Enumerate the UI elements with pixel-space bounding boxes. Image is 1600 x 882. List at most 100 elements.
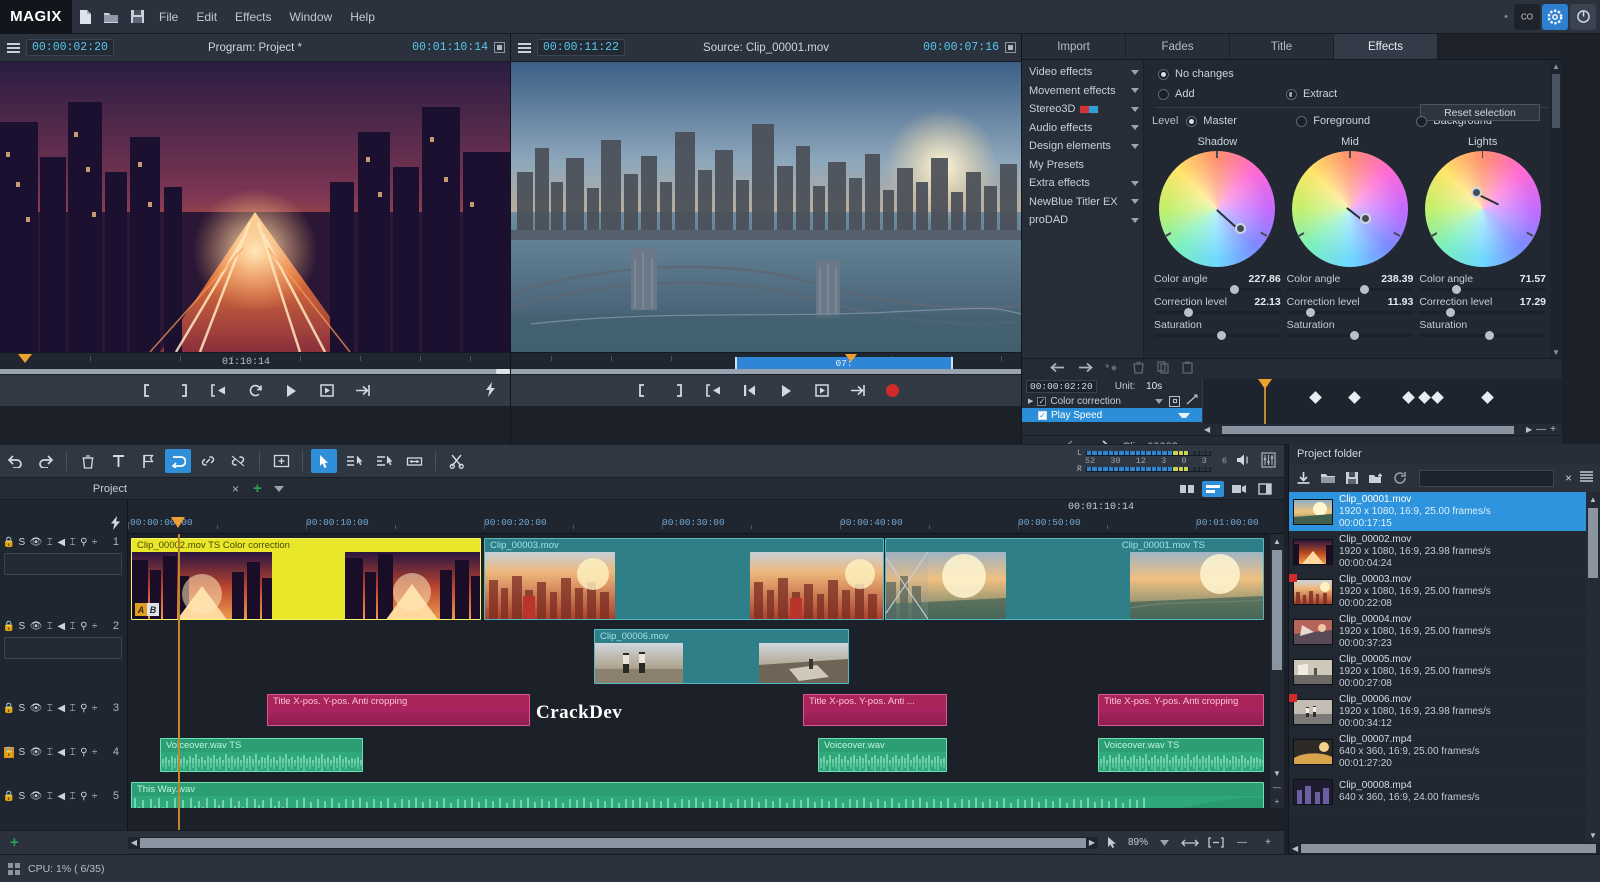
source-maximize-icon[interactable] xyxy=(1005,42,1016,53)
category-stereo3d[interactable]: Stereo3D xyxy=(1022,100,1143,119)
lights-correction-slider[interactable] xyxy=(1419,307,1547,317)
keyframe-marker[interactable] xyxy=(1430,391,1444,404)
ab-marker[interactable]: AB xyxy=(135,603,159,616)
settings-gear-icon[interactable] xyxy=(1542,3,1568,30)
speaker-icon[interactable]: ◀ xyxy=(57,747,65,758)
chevron-down-icon[interactable] xyxy=(1131,143,1139,149)
scroll-down-arrow[interactable]: ▼ xyxy=(1270,766,1284,780)
tab-title[interactable]: Title xyxy=(1230,34,1334,59)
zoom-out-vertical-icon[interactable]: — xyxy=(1270,780,1284,794)
effects-vertical-scrollbar[interactable]: ▲ ▼ xyxy=(1550,60,1562,358)
curve-editor-icon[interactable] xyxy=(1186,394,1198,408)
mouse-mode-curve-icon[interactable] xyxy=(401,449,427,473)
search-input[interactable] xyxy=(1419,469,1554,487)
scroll-thumb[interactable] xyxy=(1552,74,1560,128)
chevron-down-icon[interactable] xyxy=(273,485,284,492)
shadow-color-wheel[interactable] xyxy=(1159,151,1276,267)
lock-icon[interactable]: 🔒 xyxy=(3,537,15,548)
checkbox[interactable]: ✓ xyxy=(1038,410,1047,420)
media-item[interactable]: Clip_00004.mov 1920 x 1080, 16:9, 25.00 … xyxy=(1289,612,1586,652)
menu-edit[interactable]: Edit xyxy=(187,0,226,34)
clear-search-icon[interactable]: × xyxy=(1565,471,1572,485)
eye-icon[interactable]: 👁 xyxy=(30,703,43,714)
timeline-clip-title[interactable]: Title X-pos. Y-pos. Anti cropping xyxy=(267,694,530,726)
add-track-button[interactable]: + xyxy=(0,834,128,851)
project-folder-scrollbar[interactable]: ▲ ▼ xyxy=(1586,492,1600,842)
keyframe-marker[interactable] xyxy=(1402,391,1415,404)
category-movement-effects[interactable]: Movement effects xyxy=(1022,82,1143,101)
timeline-clip-title[interactable]: Title X-pos. Y-pos. Anti cropping xyxy=(1098,694,1264,726)
timeline-vertical-scrollbar[interactable]: ▲ ▼ — + xyxy=(1270,534,1284,808)
delete-keyframe-icon[interactable] xyxy=(1133,361,1144,377)
open-folder-icon[interactable] xyxy=(1319,470,1336,487)
source-menu-icon[interactable] xyxy=(511,46,537,49)
shadow-correction-slider[interactable] xyxy=(1154,307,1281,317)
mouse-mode-single-icon[interactable] xyxy=(341,449,367,473)
mid-color-wheel[interactable] xyxy=(1292,151,1408,267)
timeline-clip-audio[interactable]: Voiceover.wav xyxy=(818,738,947,772)
radio-add[interactable]: Add xyxy=(1158,88,1286,100)
scroll-thumb[interactable] xyxy=(1272,550,1282,670)
media-item[interactable]: Clip_00002.mov 1920 x 1080, 16:9, 23.98 … xyxy=(1289,532,1586,572)
program-scrubber[interactable]: 01:10:14 xyxy=(0,352,510,374)
scroll-right-arrow[interactable]: ▶ xyxy=(1086,838,1098,847)
refresh-icon[interactable] xyxy=(1391,470,1408,487)
storyboard-view-icon[interactable] xyxy=(1176,481,1198,497)
ratio-icon[interactable]: ÷ xyxy=(92,537,98,548)
lights-color-angle-slider[interactable] xyxy=(1419,284,1547,294)
track-name-field-1[interactable] xyxy=(4,553,122,575)
program-current-timecode[interactable]: 00:00:02:20 xyxy=(26,39,114,56)
timeline-clip[interactable]: Clip_00001.mov TS xyxy=(885,538,1264,620)
copy-keyframe-icon[interactable] xyxy=(1157,361,1169,377)
chevron-down-icon[interactable] xyxy=(1131,199,1139,205)
keyframe-marker[interactable] xyxy=(1308,391,1322,404)
import-icon[interactable] xyxy=(1295,470,1312,487)
keyframe-playhead[interactable] xyxy=(1258,379,1273,424)
category-video-effects[interactable]: Video effects xyxy=(1022,63,1143,82)
timeline-ruler[interactable]: 00:01:10:14 00:00:00:00 00:00:10:00 00:0… xyxy=(128,500,1284,534)
menu-file[interactable]: File xyxy=(150,0,187,34)
timeline-tracks[interactable]: Clip_00002.mov TS Color correction AB Cl… xyxy=(128,534,1270,808)
solo-icon[interactable]: S xyxy=(19,621,26,632)
project-folder-hscrollbar[interactable]: ◀ xyxy=(1289,842,1600,854)
chevron-down-icon[interactable] xyxy=(1154,835,1174,851)
scroll-up-arrow[interactable]: ▲ xyxy=(1586,492,1600,506)
mid-correction-slider[interactable] xyxy=(1286,307,1414,317)
media-item[interactable]: Clip_00001.mov 1920 x 1080, 16:9, 25.00 … xyxy=(1289,492,1586,532)
add-tab-icon[interactable]: + xyxy=(253,480,262,497)
lock-icon[interactable]: 🔒 xyxy=(3,703,15,714)
automation-icon[interactable]: ⌶ xyxy=(70,621,76,632)
loop-play-button[interactable] xyxy=(247,382,264,399)
loop-icon[interactable] xyxy=(165,449,191,473)
delete-icon[interactable] xyxy=(75,449,101,473)
shadow-saturation-slider[interactable] xyxy=(1154,330,1281,340)
solo-icon[interactable]: S xyxy=(19,791,26,802)
keyframe-timecode[interactable]: 00:00:02:20 xyxy=(1026,380,1097,393)
mid-color-angle-slider[interactable] xyxy=(1286,284,1414,294)
solo-icon[interactable]: S xyxy=(19,747,26,758)
keyframe-square-icon[interactable] xyxy=(1169,395,1180,407)
fx-icon[interactable]: ⚲ xyxy=(80,703,87,714)
eye-icon[interactable]: 👁 xyxy=(30,791,43,802)
shadow-color-angle-slider[interactable] xyxy=(1154,284,1281,294)
scroll-thumb[interactable] xyxy=(140,837,1086,848)
media-list[interactable]: Clip_00001.mov 1920 x 1080, 16:9, 25.00 … xyxy=(1289,492,1586,842)
speaker-icon[interactable] xyxy=(1235,452,1253,471)
timeline-clip-audio[interactable]: Voiceover.wav TS xyxy=(160,738,363,772)
program-maximize-icon[interactable] xyxy=(494,42,505,53)
zoom-out-icon[interactable]: — xyxy=(1532,424,1550,435)
ratio-icon[interactable]: ÷ xyxy=(92,747,98,758)
mid-saturation-slider[interactable] xyxy=(1286,330,1414,340)
fast-preview-icon[interactable] xyxy=(485,381,496,400)
scroll-down-arrow[interactable]: ▼ xyxy=(1586,828,1600,842)
crossfade-indicator[interactable] xyxy=(886,552,928,619)
close-tab-icon[interactable]: × xyxy=(232,482,239,496)
radio-extract[interactable]: Extract xyxy=(1286,88,1337,100)
keyframe-marker[interactable] xyxy=(1481,391,1494,404)
timeline-playhead[interactable] xyxy=(178,534,180,830)
source-video-preview[interactable] xyxy=(511,62,1021,352)
zoom-in-icon[interactable]: + xyxy=(1550,424,1560,435)
link-icon[interactable] xyxy=(195,449,221,473)
lock-icon[interactable]: 🔒 xyxy=(3,746,15,758)
save-icon[interactable] xyxy=(124,0,150,34)
